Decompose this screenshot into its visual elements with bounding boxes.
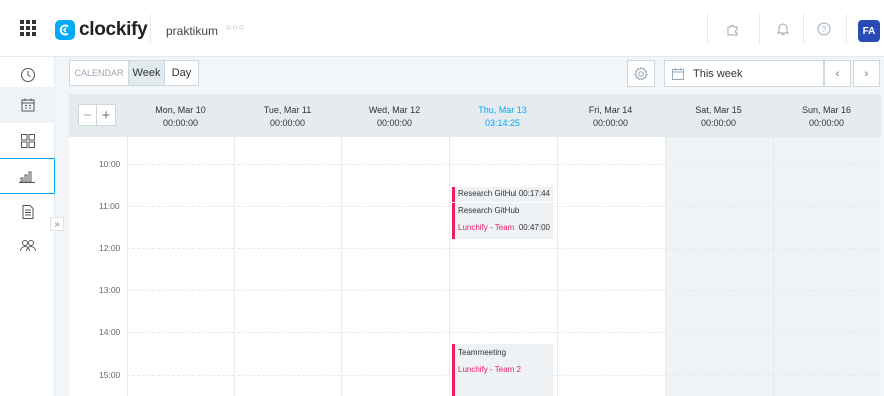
next-week-button[interactable]: ›	[853, 60, 880, 87]
day-header[interactable]: Mon, Mar 10 00:00:00	[127, 104, 234, 130]
day-total: 00:00:00	[376, 118, 413, 128]
hour-line	[127, 248, 881, 249]
day-label: Mon, Mar 10	[155, 105, 206, 115]
column-divider	[557, 137, 558, 396]
column-divider	[665, 137, 666, 396]
hour-label: 11:00	[99, 201, 120, 211]
divider	[846, 14, 847, 44]
bell-icon[interactable]	[771, 17, 795, 41]
sidebar-item-calendar[interactable]	[0, 87, 55, 123]
avatar[interactable]: FA	[858, 20, 880, 42]
divider	[707, 14, 708, 44]
day-view-button[interactable]: Day	[165, 61, 198, 85]
day-label: Wed, Mar 12	[368, 105, 421, 115]
day-header[interactable]: Sat, Mar 15 00:00:00	[665, 104, 772, 130]
hour-label: 10:00	[99, 159, 121, 169]
date-range-picker[interactable]: This week	[664, 60, 824, 87]
week-view-button[interactable]: Week	[129, 61, 165, 85]
zoom-out-button[interactable]: −	[79, 105, 98, 125]
entry-duration: 00:17:44	[518, 189, 550, 198]
hour-label: 14:00	[99, 327, 121, 337]
hour-line	[127, 164, 881, 165]
column-divider	[773, 137, 774, 396]
gear-icon	[634, 66, 648, 80]
entry-description: Research GitHub	[458, 206, 520, 215]
time-entry[interactable]: Research GitHub 00:17:44	[452, 187, 553, 202]
svg-text:?: ?	[822, 25, 827, 34]
column-divider	[449, 137, 450, 396]
entry-duration: 00:47:00	[518, 223, 550, 232]
logo-text: clockify	[79, 19, 148, 40]
sidebar-item-reports[interactable]	[0, 158, 55, 194]
sidebar	[0, 57, 55, 396]
calendar-header: − + Mon, Mar 10 00:00:00 Tue, Mar 11 00:…	[69, 94, 881, 137]
column-divider	[234, 137, 235, 396]
calendar-label: CALENDAR	[70, 61, 129, 85]
zoom-control: − +	[78, 104, 116, 126]
more-options[interactable]: ○○○	[226, 22, 245, 32]
previous-week-button[interactable]: ‹	[824, 60, 851, 87]
day-total: 00:00:00	[808, 118, 845, 128]
date-range-label: This week	[693, 67, 743, 80]
team-icon	[19, 240, 36, 252]
top-bar: clockify praktikum ○○○ ? FA	[0, 0, 884, 57]
clock-icon	[20, 68, 35, 82]
hour-line	[127, 290, 881, 291]
sidebar-item-team[interactable]	[0, 228, 55, 264]
hour-label: 12:00	[99, 243, 121, 253]
day-header-today[interactable]: Thu, Mar 13 03:14:25	[449, 104, 556, 130]
logo[interactable]: clockify	[55, 19, 148, 41]
day-total: 00:00:00	[162, 118, 199, 128]
calendar-icon	[21, 98, 34, 112]
help-icon[interactable]: ?	[812, 17, 836, 41]
day-label: Sat, Mar 15	[695, 105, 742, 115]
workspace-name[interactable]: praktikum	[166, 24, 218, 38]
divider	[803, 14, 804, 44]
time-entry[interactable]: Research GitHub Lunchify - Team 2 00:47:…	[452, 203, 553, 239]
dashboard-icon	[20, 134, 35, 148]
time-entry[interactable]: Teammeeting Lunchify - Team 2	[452, 344, 553, 396]
day-total: 03:14:25	[484, 118, 521, 128]
day-total: 00:00:00	[269, 118, 306, 128]
day-label: Sun, Mar 16	[801, 105, 852, 115]
zoom-in-button[interactable]: +	[97, 105, 115, 125]
calendar-grid[interactable]: 10:00 11:00 12:00 13:00 14:00 15:00 Rese…	[69, 137, 881, 396]
hour-label: 13:00	[99, 285, 121, 295]
day-header[interactable]: Tue, Mar 11 00:00:00	[234, 104, 341, 130]
sidebar-item-dashboard[interactable]	[0, 123, 55, 159]
day-total: 00:00:00	[592, 118, 629, 128]
day-label: Thu, Mar 13	[478, 105, 527, 115]
logo-icon	[55, 20, 75, 40]
divider	[150, 14, 151, 44]
divider	[759, 14, 760, 44]
entry-description: Teammeeting	[458, 348, 507, 357]
hour-line	[127, 332, 881, 333]
entry-project: Lunchify - Team 2	[458, 365, 521, 374]
day-header[interactable]: Sun, Mar 16 00:00:00	[773, 104, 880, 130]
day-total: 00:00:00	[700, 118, 737, 128]
day-label: Fri, Mar 14	[588, 105, 633, 115]
sidebar-item-documents[interactable]	[0, 194, 55, 230]
view-switcher: CALENDAR Week Day	[69, 60, 199, 86]
document-icon	[22, 205, 33, 219]
puzzle-icon[interactable]	[721, 17, 745, 41]
column-divider	[341, 137, 342, 396]
day-header[interactable]: Fri, Mar 14 00:00:00	[557, 104, 664, 130]
calendar-settings-button[interactable]	[627, 60, 655, 87]
column-divider	[127, 137, 128, 396]
sidebar-collapse-button[interactable]: »	[50, 217, 64, 231]
reports-icon	[19, 171, 35, 183]
day-header[interactable]: Wed, Mar 12 00:00:00	[341, 104, 448, 130]
hour-label: 15:00	[99, 370, 121, 380]
day-label: Tue, Mar 11	[263, 105, 312, 115]
entry-description: Research GitHub	[458, 189, 516, 198]
apps-grid-icon[interactable]	[20, 20, 36, 36]
calendar-icon	[672, 67, 684, 80]
entry-project: Lunchify - Team 2	[458, 223, 516, 232]
